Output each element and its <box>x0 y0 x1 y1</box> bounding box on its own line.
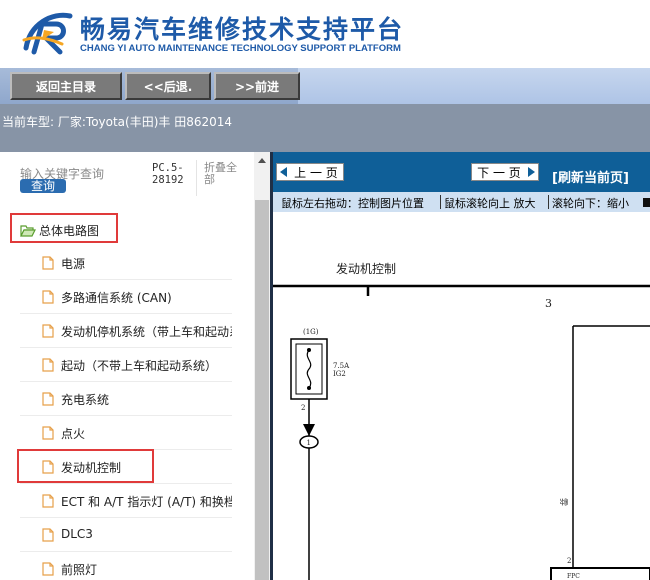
arrow-left-icon <box>280 167 287 177</box>
arrow-right-icon <box>528 167 535 177</box>
document-icon <box>42 528 54 542</box>
fuse-terminal <box>307 386 311 390</box>
collapse-all-link[interactable]: 折叠全部 <box>204 162 244 186</box>
tree-item[interactable]: 电源 <box>20 246 232 280</box>
diagram-title: 发动机控制 <box>336 261 396 276</box>
hint-zoom-out: 滚轮向下：缩小 <box>552 197 629 210</box>
back-to-main-button[interactable]: 返回主目录 <box>10 72 122 100</box>
hint-overflow-mark <box>643 198 650 207</box>
pin-bottom: 2 <box>567 557 571 565</box>
tree-item[interactable]: 多路通信系统 (CAN) <box>20 280 232 314</box>
scrollbar-thumb[interactable] <box>255 200 269 580</box>
tree-item[interactable]: 点火 <box>20 416 232 450</box>
current-vehicle-label: 当前车型: 厂家:Toyota(丰田)丰 田862014 <box>2 115 233 129</box>
diagram-column-number: 3 <box>545 297 552 310</box>
main-toolbar: 返回主目录 <<后退. >>前进 <box>0 68 650 104</box>
ecu-block <box>550 567 650 580</box>
tree-item[interactable]: 前照灯 <box>20 552 232 580</box>
tree-item-label: ECT 和 A/T 指示灯 (A/T) 和换档锁止 <box>61 495 232 509</box>
stylized-r-logo-icon <box>22 12 73 55</box>
pin-top: 2 <box>301 404 305 412</box>
tree-item-label: 发动机停机系统（带上车和起动系统） <box>61 325 232 339</box>
document-icon <box>42 358 54 372</box>
hint-divider <box>440 195 441 209</box>
forward-button[interactable]: >>前进 <box>214 72 300 100</box>
viewer-nav-bar: 上 一 页 下 一 页 [刷新当前页] <box>273 152 650 192</box>
tree-item[interactable]: 充电系统 <box>20 382 232 416</box>
navigation-tree-panel: 输入关键字查询 查询 PC.5-28192 折叠全部 总体电路图 电源 多路通信… <box>0 152 270 580</box>
app-title: 畅易汽车维修技术支持平台 <box>80 15 405 44</box>
viewer-hint-bar: 鼠标左右拖动：控制图片位置 鼠标滚轮向上 放大 滚轮向下：缩小 <box>273 192 650 212</box>
refresh-page-link[interactable]: [刷新当前页] <box>552 167 629 186</box>
tree-item[interactable]: DLC3 <box>20 518 232 552</box>
vehicle-info-bar: 当前车型: 厂家:Toyota(丰田)丰 田862014 <box>0 104 650 152</box>
highlight-box-engine-control <box>17 449 154 483</box>
tree-item[interactable]: 起动（不带上车和起动系统） <box>20 348 232 382</box>
tree-item[interactable]: ECT 和 A/T 指示灯 (A/T) 和换档锁止 <box>20 484 232 518</box>
document-icon <box>42 290 54 304</box>
prev-page-label: 上 一 页 <box>294 165 338 180</box>
prev-page-button[interactable]: 上 一 页 <box>276 163 344 181</box>
divider <box>196 160 197 196</box>
app-window: 畅易汽车维修技术支持平台 CHANG YI AUTO MAINTENANCE T… <box>0 0 650 580</box>
fuse-terminal <box>307 348 311 352</box>
document-icon <box>42 256 54 270</box>
next-page-button[interactable]: 下 一 页 <box>471 163 539 181</box>
fuse-code: IG2 <box>333 370 346 378</box>
tree-item[interactable]: 发动机停机系统（带上车和起动系统） <box>20 314 232 348</box>
hint-zoom-in: 鼠标滚轮向上 放大 <box>444 197 536 210</box>
back-button[interactable]: <<后退. <box>125 72 211 100</box>
side-label: 雰 <box>559 498 568 506</box>
app-subtitle: CHANG YI AUTO MAINTENANCE TECHNOLOGY SUP… <box>80 43 401 54</box>
hint-divider <box>548 195 549 209</box>
document-icon <box>42 426 54 440</box>
tree-item-label: 起动（不带上车和起动系统） <box>61 359 218 373</box>
tree-item-label: 电源 <box>61 257 86 271</box>
tree-item-label: 充电系统 <box>61 393 110 407</box>
tree-item-label: 多路通信系统 (CAN) <box>61 291 172 305</box>
tree-item-label: 点火 <box>61 427 86 441</box>
fuse-name: (1G) <box>303 328 319 336</box>
ecu-label: FPC <box>567 573 580 580</box>
document-icon <box>42 562 54 576</box>
scroll-up-arrow-icon[interactable] <box>254 154 270 168</box>
hint-drag: 鼠标左右拖动：控制图片位置 <box>281 197 424 210</box>
highlight-box-root <box>10 213 118 243</box>
document-icon <box>42 392 54 406</box>
wire-arrow-icon <box>303 424 315 436</box>
next-page-label: 下 一 页 <box>477 165 521 180</box>
connector-number: 1 <box>307 439 311 447</box>
tree-item-label: 前照灯 <box>61 563 98 577</box>
pc-code-label: PC.5-28192 <box>152 162 184 186</box>
fuse-rating: 7.5A <box>333 362 350 370</box>
app-header: 畅易汽车维修技术支持平台 CHANG YI AUTO MAINTENANCE T… <box>0 0 650 68</box>
document-icon <box>42 494 54 508</box>
diagram-viewer-panel: 上 一 页 下 一 页 [刷新当前页] 鼠标左右拖动：控制图片位置 鼠标滚轮向上… <box>270 152 650 580</box>
search-button[interactable]: 查询 <box>20 179 66 193</box>
document-icon <box>42 324 54 338</box>
tree-scrollbar[interactable] <box>254 152 270 580</box>
tree-item-label: DLC3 <box>61 527 93 541</box>
wiring-diagram[interactable]: 发动机控制 3 (1G) 7.5A IG2 2 1 雰 2 FPC <box>273 212 650 580</box>
